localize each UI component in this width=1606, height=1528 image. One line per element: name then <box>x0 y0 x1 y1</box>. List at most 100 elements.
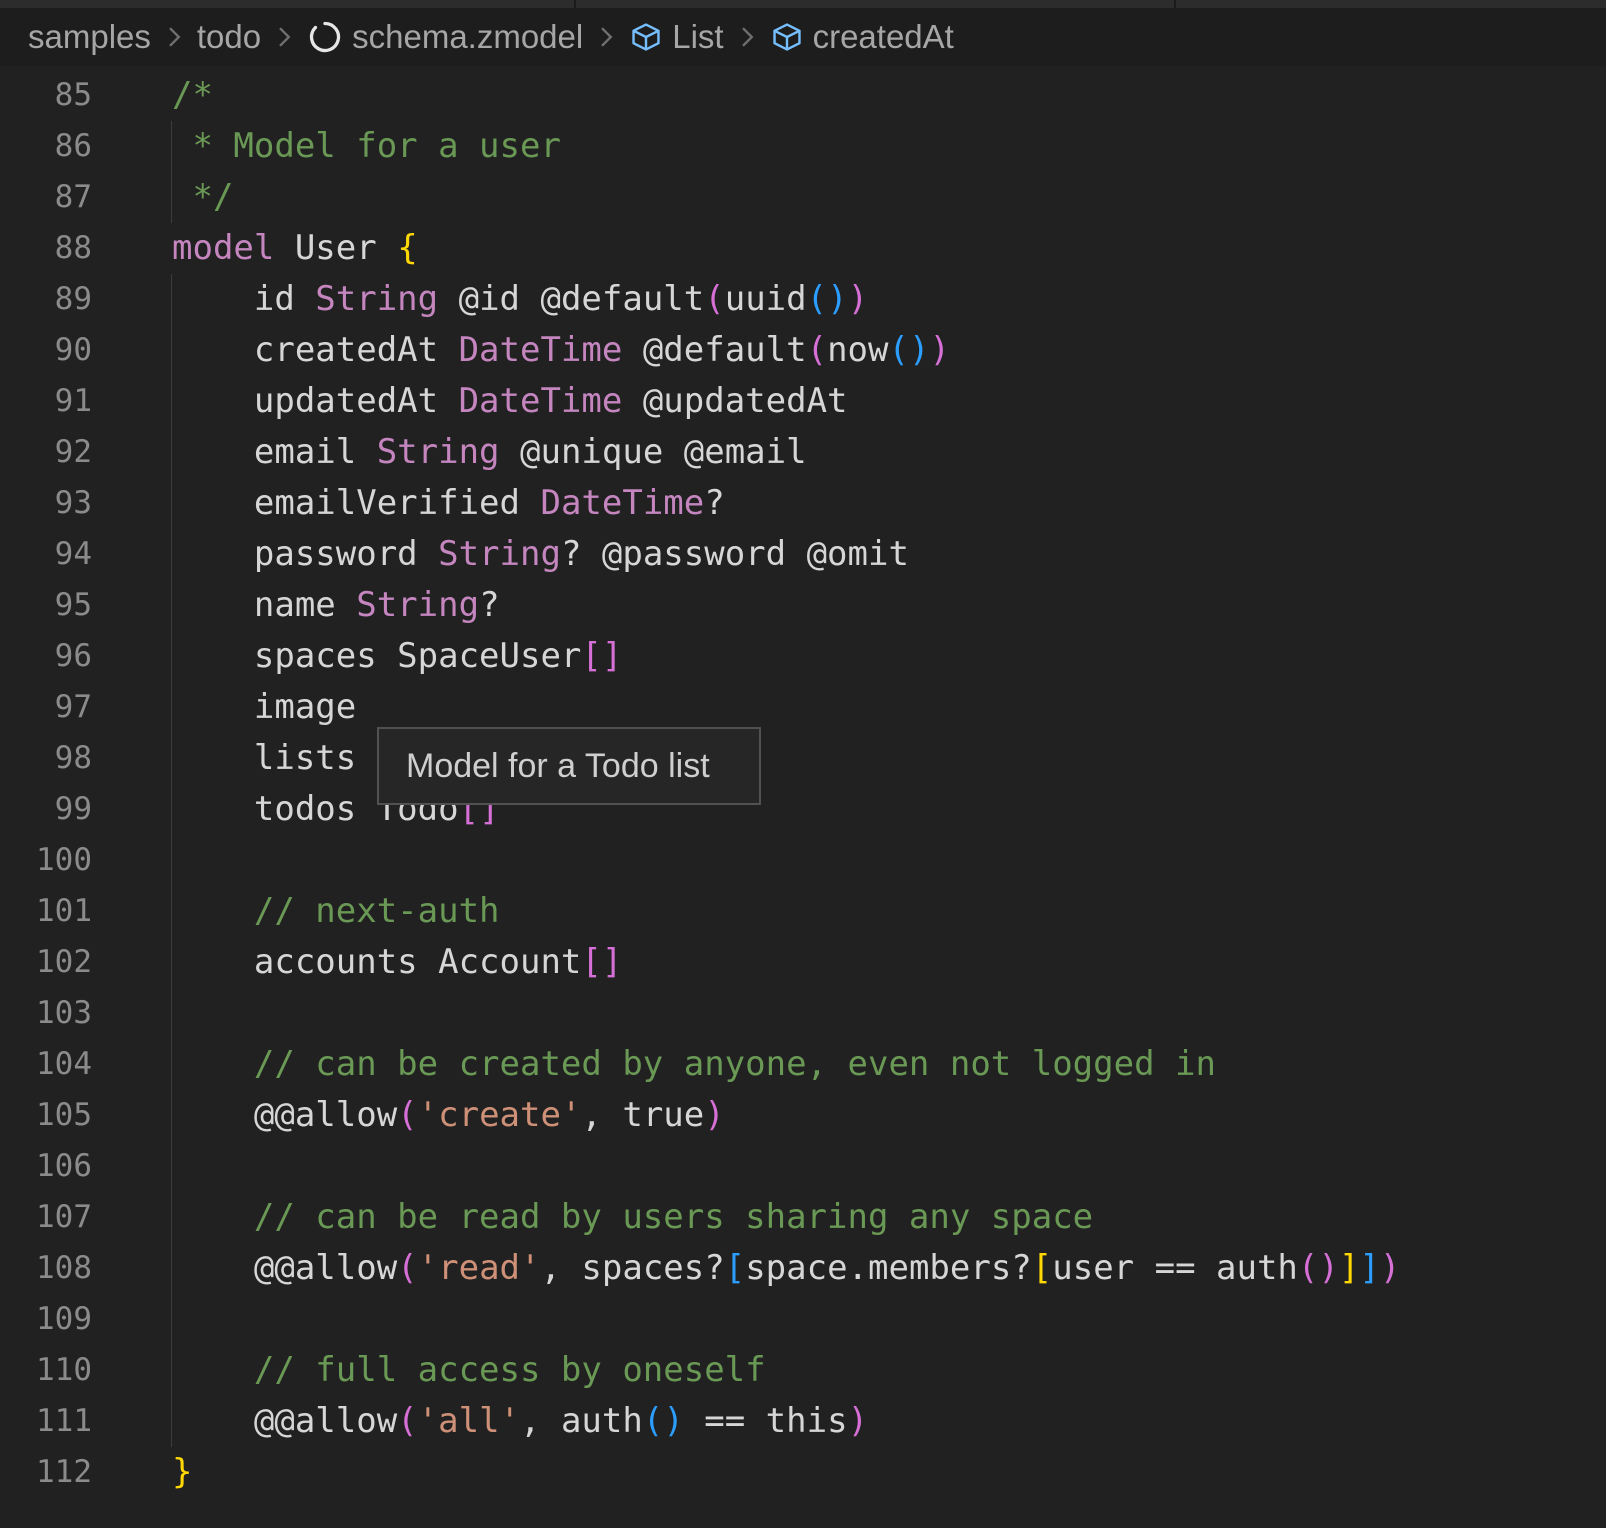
code-text: password String? @password @omit <box>92 529 909 580</box>
breadcrumb-label: createdAt <box>813 18 954 56</box>
line-number: 97 <box>0 682 92 733</box>
code-text: createdAt DateTime @default(now()) <box>92 325 950 376</box>
code-text: @@allow('create', true) <box>92 1090 725 1141</box>
code-text: model User { <box>92 223 418 274</box>
symbol-cube-icon <box>629 20 663 54</box>
line-number: 107 <box>0 1192 92 1243</box>
tab-bar-edge <box>0 0 1606 8</box>
hover-tooltip-text: Model for a Todo list <box>406 747 710 786</box>
line-number: 98 <box>0 733 92 784</box>
line-number: 93 <box>0 478 92 529</box>
code-line-93[interactable]: 93 emailVerified DateTime? <box>0 478 1606 529</box>
code-line-108[interactable]: 108 @@allow('read', spaces?[space.member… <box>0 1243 1606 1294</box>
line-number: 85 <box>0 70 92 121</box>
code-line-101[interactable]: 101 // next-auth <box>0 886 1606 937</box>
line-number: 104 <box>0 1039 92 1090</box>
line-number: 91 <box>0 376 92 427</box>
breadcrumb-label: todo <box>197 18 261 56</box>
code-text: * Model for a user <box>92 121 561 172</box>
code-line-99[interactable]: 99 todos Todo[] <box>0 784 1606 835</box>
chevron-right-icon <box>596 21 616 53</box>
line-number: 86 <box>0 121 92 172</box>
tab-divider <box>574 0 576 8</box>
code-text <box>92 988 172 1039</box>
line-number: 106 <box>0 1141 92 1192</box>
code-line-87[interactable]: 87 */ <box>0 172 1606 223</box>
code-text: // next-auth <box>92 886 500 937</box>
code-text: accounts Account[] <box>92 937 622 988</box>
chevron-right-icon <box>274 21 294 53</box>
code-line-94[interactable]: 94 password String? @password @omit <box>0 529 1606 580</box>
code-text: spaces SpaceUser[] <box>92 631 622 682</box>
code-text: } <box>92 1447 192 1498</box>
code-text: image <box>92 682 356 733</box>
code-text: updatedAt DateTime @updatedAt <box>92 376 848 427</box>
line-number: 102 <box>0 937 92 988</box>
line-number: 108 <box>0 1243 92 1294</box>
code-line-111[interactable]: 111 @@allow('all', auth() == this) <box>0 1396 1606 1447</box>
code-text: // can be created by anyone, even not lo… <box>92 1039 1216 1090</box>
code-text: /* <box>92 70 213 121</box>
code-text: @@allow('read', spaces?[space.members?[u… <box>92 1243 1400 1294</box>
line-number: 88 <box>0 223 92 274</box>
code-line-106[interactable]: 106 <box>0 1141 1606 1192</box>
line-number: 105 <box>0 1090 92 1141</box>
line-number: 96 <box>0 631 92 682</box>
code-line-89[interactable]: 89 id String @id @default(uuid()) <box>0 274 1606 325</box>
code-line-97[interactable]: 97 image <box>0 682 1606 733</box>
code-text: email String @unique @email <box>92 427 807 478</box>
code-line-91[interactable]: 91 updatedAt DateTime @updatedAt <box>0 376 1606 427</box>
line-number: 95 <box>0 580 92 631</box>
code-text: id String @id @default(uuid()) <box>92 274 868 325</box>
line-number: 112 <box>0 1447 92 1498</box>
code-line-88[interactable]: 88model User { <box>0 223 1606 274</box>
line-number: 101 <box>0 886 92 937</box>
code-text: @@allow('all', auth() == this) <box>92 1396 868 1447</box>
line-number: 90 <box>0 325 92 376</box>
breadcrumb-item-symbol-list[interactable]: List <box>629 18 723 56</box>
code-text <box>92 1141 172 1192</box>
breadcrumb-label: schema.zmodel <box>352 18 583 56</box>
line-number: 111 <box>0 1396 92 1447</box>
code-line-100[interactable]: 100 <box>0 835 1606 886</box>
loading-icon <box>307 19 343 55</box>
code-text: // can be read by users sharing any spac… <box>92 1192 1093 1243</box>
line-number: 110 <box>0 1345 92 1396</box>
code-text: // full access by oneself <box>92 1345 766 1396</box>
breadcrumb-item-symbol-createdat[interactable]: createdAt <box>770 18 954 56</box>
code-line-102[interactable]: 102 accounts Account[] <box>0 937 1606 988</box>
code-line-92[interactable]: 92 email String @unique @email <box>0 427 1606 478</box>
breadcrumb-item-samples[interactable]: samples <box>28 18 151 56</box>
code-text: */ <box>92 172 233 223</box>
line-number: 100 <box>0 835 92 886</box>
code-text <box>92 1294 172 1345</box>
code-line-110[interactable]: 110 // full access by oneself <box>0 1345 1606 1396</box>
line-number: 103 <box>0 988 92 1039</box>
symbol-cube-icon <box>770 20 804 54</box>
code-text <box>92 835 172 886</box>
breadcrumb-label: samples <box>28 18 151 56</box>
code-line-112[interactable]: 112} <box>0 1447 1606 1498</box>
code-line-95[interactable]: 95 name String? <box>0 580 1606 631</box>
code-line-103[interactable]: 103 <box>0 988 1606 1039</box>
code-text: emailVerified DateTime? <box>92 478 725 529</box>
line-number: 92 <box>0 427 92 478</box>
line-number: 94 <box>0 529 92 580</box>
code-line-86[interactable]: 86 * Model for a user <box>0 121 1606 172</box>
code-line-98[interactable]: 98 lists List[] <box>0 733 1606 784</box>
code-line-104[interactable]: 104 // can be created by anyone, even no… <box>0 1039 1606 1090</box>
breadcrumb-item-todo[interactable]: todo <box>197 18 261 56</box>
code-line-105[interactable]: 105 @@allow('create', true) <box>0 1090 1606 1141</box>
code-line-90[interactable]: 90 createdAt DateTime @default(now()) <box>0 325 1606 376</box>
code-lines: 85/*86 * Model for a user87 */88model Us… <box>0 66 1606 1498</box>
breadcrumb-item-file[interactable]: schema.zmodel <box>307 18 583 56</box>
code-line-96[interactable]: 96 spaces SpaceUser[] <box>0 631 1606 682</box>
line-number: 99 <box>0 784 92 835</box>
code-text: name String? <box>92 580 500 631</box>
code-line-107[interactable]: 107 // can be read by users sharing any … <box>0 1192 1606 1243</box>
code-line-85[interactable]: 85/* <box>0 70 1606 121</box>
code-line-109[interactable]: 109 <box>0 1294 1606 1345</box>
tab-divider <box>1174 0 1176 8</box>
vscode-editor-window: samples todo schema.zmodel List createdA… <box>0 0 1606 1528</box>
hover-tooltip: Model for a Todo list <box>377 727 761 805</box>
